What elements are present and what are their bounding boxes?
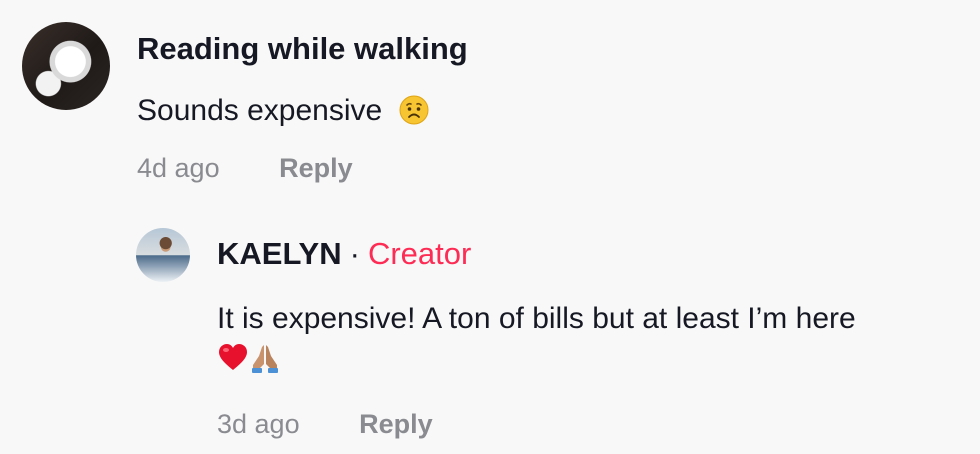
comment-text-body: Sounds expensive xyxy=(137,94,383,127)
reply-username[interactable]: KAELYN xyxy=(217,236,342,271)
red-heart-icon xyxy=(219,344,247,370)
reply-button[interactable]: Reply xyxy=(359,409,433,439)
comment-meta: 4d ago Reply xyxy=(137,152,353,184)
reply-meta: 3d ago Reply xyxy=(217,408,433,440)
worried-face-icon xyxy=(399,95,429,125)
reply-text-body: It is expensive! A ton of bills but at l… xyxy=(217,302,856,335)
comment-thread: Reading while walking Sounds expensive 4… xyxy=(0,0,980,454)
separator-dot: · xyxy=(349,236,360,271)
comment-timestamp: 4d ago xyxy=(137,153,220,183)
creator-badge: Creator xyxy=(367,236,472,271)
reply-text: It is expensive! A ton of bills but at l… xyxy=(217,298,967,382)
reply-header: KAELYN · Creator xyxy=(217,236,471,272)
comment-text: Sounds expensive xyxy=(137,90,429,132)
comment-username[interactable]: Reading while walking xyxy=(137,31,468,67)
reply-button[interactable]: Reply xyxy=(279,153,353,183)
reply-timestamp: 3d ago xyxy=(217,409,300,439)
folded-hands-icon xyxy=(252,345,278,373)
avatar[interactable] xyxy=(22,22,110,110)
avatar[interactable] xyxy=(136,228,190,282)
